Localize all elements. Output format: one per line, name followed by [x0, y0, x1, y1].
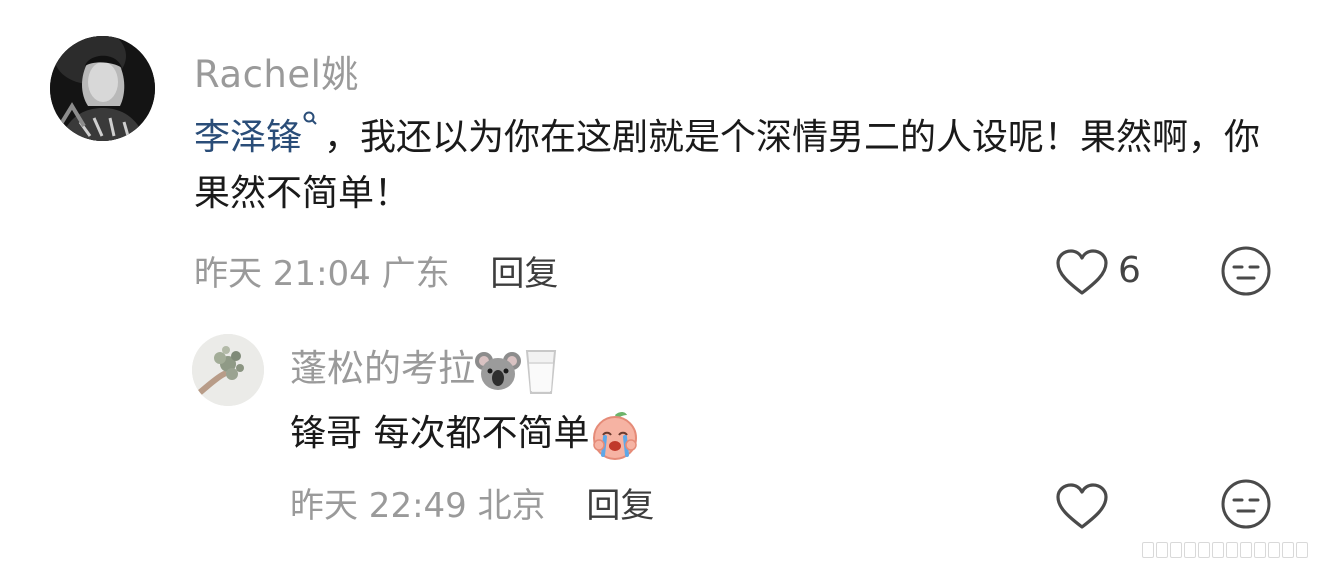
mention-text: 李泽锋: [194, 117, 303, 158]
heart-outline-icon[interactable]: [1055, 248, 1109, 298]
comment-text: ，我还以为你在这剧就是个深情男二的人设呢！果然啊，你果然不简单！: [194, 117, 1261, 214]
comment-body: 李泽锋 ，我还以为你在这剧就是个深情男二的人设呢！果然啊，你果然不简单！: [194, 110, 1284, 222]
avatar-flower-image: [192, 334, 264, 406]
watermark-cell: [1184, 542, 1196, 558]
watermark-cell: [1226, 542, 1238, 558]
comment-time: 昨天 22:49: [290, 486, 467, 526]
comment-username[interactable]: 蓬松的考拉: [290, 338, 561, 395]
neutral-face-icon[interactable]: [1220, 478, 1272, 530]
watermark-cell: [1170, 542, 1182, 558]
username-text: 蓬松的考拉: [290, 347, 475, 390]
search-loop-icon: [303, 111, 317, 125]
watermark: [1142, 542, 1308, 558]
avatar[interactable]: [192, 334, 264, 406]
comment-time: 昨天 21:04: [194, 254, 371, 294]
comment-meta: 昨天 21:04 广东 回复: [194, 246, 558, 295]
comment-location: 广东: [381, 254, 450, 294]
watermark-cell: [1156, 542, 1168, 558]
watermark-cell: [1282, 542, 1294, 558]
watermark-cell: [1268, 542, 1280, 558]
watermark-cell: [1296, 542, 1308, 558]
comment-location: 北京: [477, 486, 546, 526]
user-mention-link[interactable]: 李泽锋: [194, 111, 324, 158]
milk-glass-emoji: [525, 349, 557, 394]
watermark-cell: [1212, 542, 1224, 558]
comment-body: 锋哥 每次都不简单: [290, 406, 641, 462]
watermark-cell: [1198, 542, 1210, 558]
koala-emoji: [475, 351, 521, 390]
watermark-cell: [1240, 542, 1252, 558]
heart-outline-icon[interactable]: [1055, 482, 1109, 532]
neutral-face-icon[interactable]: [1220, 245, 1272, 297]
avatar-portrait-image: [50, 36, 155, 141]
reply-button[interactable]: 回复: [490, 254, 558, 294]
comment-meta: 昨天 22:49 北京 回复: [290, 478, 654, 527]
avatar[interactable]: [50, 36, 155, 141]
watermark-cell: [1142, 542, 1154, 558]
crying-peach-emoji: [593, 412, 638, 460]
like-count: 6: [1118, 250, 1141, 291]
watermark-cell: [1254, 542, 1266, 558]
comment-text: 锋哥 每次都不简单: [290, 413, 590, 454]
comment-username[interactable]: Rachel姚: [194, 44, 359, 98]
reply-button[interactable]: 回复: [586, 486, 654, 526]
